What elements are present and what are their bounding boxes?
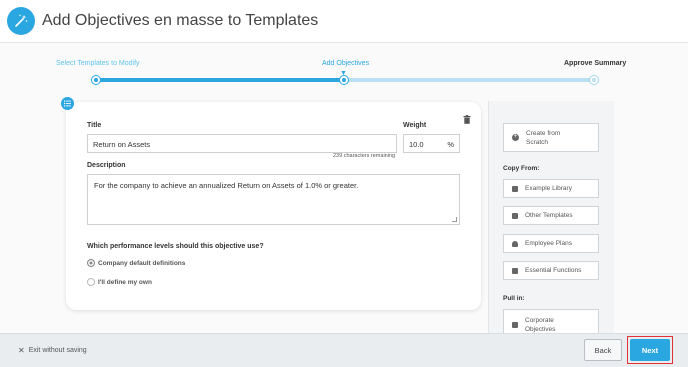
template-icon xyxy=(512,212,518,219)
radio-company-default[interactable] xyxy=(87,259,95,267)
pull-in-heading: Pull in: xyxy=(503,295,525,302)
corporate-objectives-label: Corporate Objectives xyxy=(525,317,556,333)
person-icon xyxy=(512,240,518,247)
step-dot-2 xyxy=(340,76,348,84)
stepper-progress xyxy=(96,78,344,82)
page-title: Add Objectives en masse to Templates xyxy=(42,12,319,29)
weight-label: Weight xyxy=(403,122,427,129)
exit-without-saving-link[interactable]: ✕ Exit without saving xyxy=(18,346,87,355)
radio-define-own-label[interactable]: I'll define my own xyxy=(98,279,152,286)
percent-unit: % xyxy=(447,140,454,149)
employee-plans-button[interactable]: Employee Plans xyxy=(503,234,599,253)
title-input[interactable]: Return on Assets xyxy=(87,134,397,153)
radio-company-default-label[interactable]: Company default definitions xyxy=(98,260,185,267)
magic-wand-icon xyxy=(7,7,35,35)
step-select-templates[interactable]: Select Templates to Modify xyxy=(56,60,140,67)
example-library-label: Example Library xyxy=(525,185,572,192)
other-templates-label: Other Templates xyxy=(525,212,573,219)
exit-label: Exit without saving xyxy=(28,347,87,354)
plus-circle-icon: + xyxy=(512,134,519,141)
description-label: Description xyxy=(87,162,126,169)
building-icon xyxy=(512,322,518,328)
thumbs-up-icon xyxy=(512,267,518,274)
corporate-objectives-button[interactable]: Corporate Objectives xyxy=(503,309,599,333)
step-approve-summary: Approve Summary xyxy=(564,60,627,67)
example-library-button[interactable]: Example Library xyxy=(503,179,599,198)
list-icon xyxy=(61,97,74,110)
book-icon xyxy=(512,185,518,192)
other-templates-button[interactable]: Other Templates xyxy=(503,206,599,225)
back-button[interactable]: Back xyxy=(584,339,622,361)
close-icon: ✕ xyxy=(18,346,25,355)
performance-question: Which performance levels should this obj… xyxy=(87,243,264,250)
essential-functions-label: Essential Functions xyxy=(525,267,582,274)
essential-functions-button[interactable]: Essential Functions xyxy=(503,261,599,280)
copy-from-heading: Copy From: xyxy=(503,165,540,172)
next-button[interactable]: Next xyxy=(630,339,670,361)
create-from-scratch-button[interactable]: + Create from Scratch xyxy=(503,123,599,152)
radio-define-own[interactable] xyxy=(87,278,95,286)
weight-value: 10.0 xyxy=(409,140,424,149)
employee-plans-label: Employee Plans xyxy=(525,240,572,247)
description-text: For the company to achieve an annualized… xyxy=(94,181,359,190)
progress-stepper: Select Templates to Modify Add Objective… xyxy=(0,55,688,90)
weight-input[interactable]: 10.0 % xyxy=(403,134,460,153)
step-add-objectives: Add Objectives xyxy=(322,60,370,67)
trash-icon[interactable] xyxy=(463,111,471,129)
page-header: Add Objectives en masse to Templates xyxy=(0,0,688,43)
description-textarea[interactable]: For the company to achieve an annualized… xyxy=(87,174,460,225)
title-label: Title xyxy=(87,122,102,129)
step-dot-1[interactable] xyxy=(92,76,100,84)
resize-handle[interactable] xyxy=(452,217,457,222)
characters-remaining: 239 characters remaining xyxy=(333,153,396,159)
create-from-scratch-label: Create from Scratch xyxy=(526,129,561,146)
step-dot-3 xyxy=(590,76,598,84)
